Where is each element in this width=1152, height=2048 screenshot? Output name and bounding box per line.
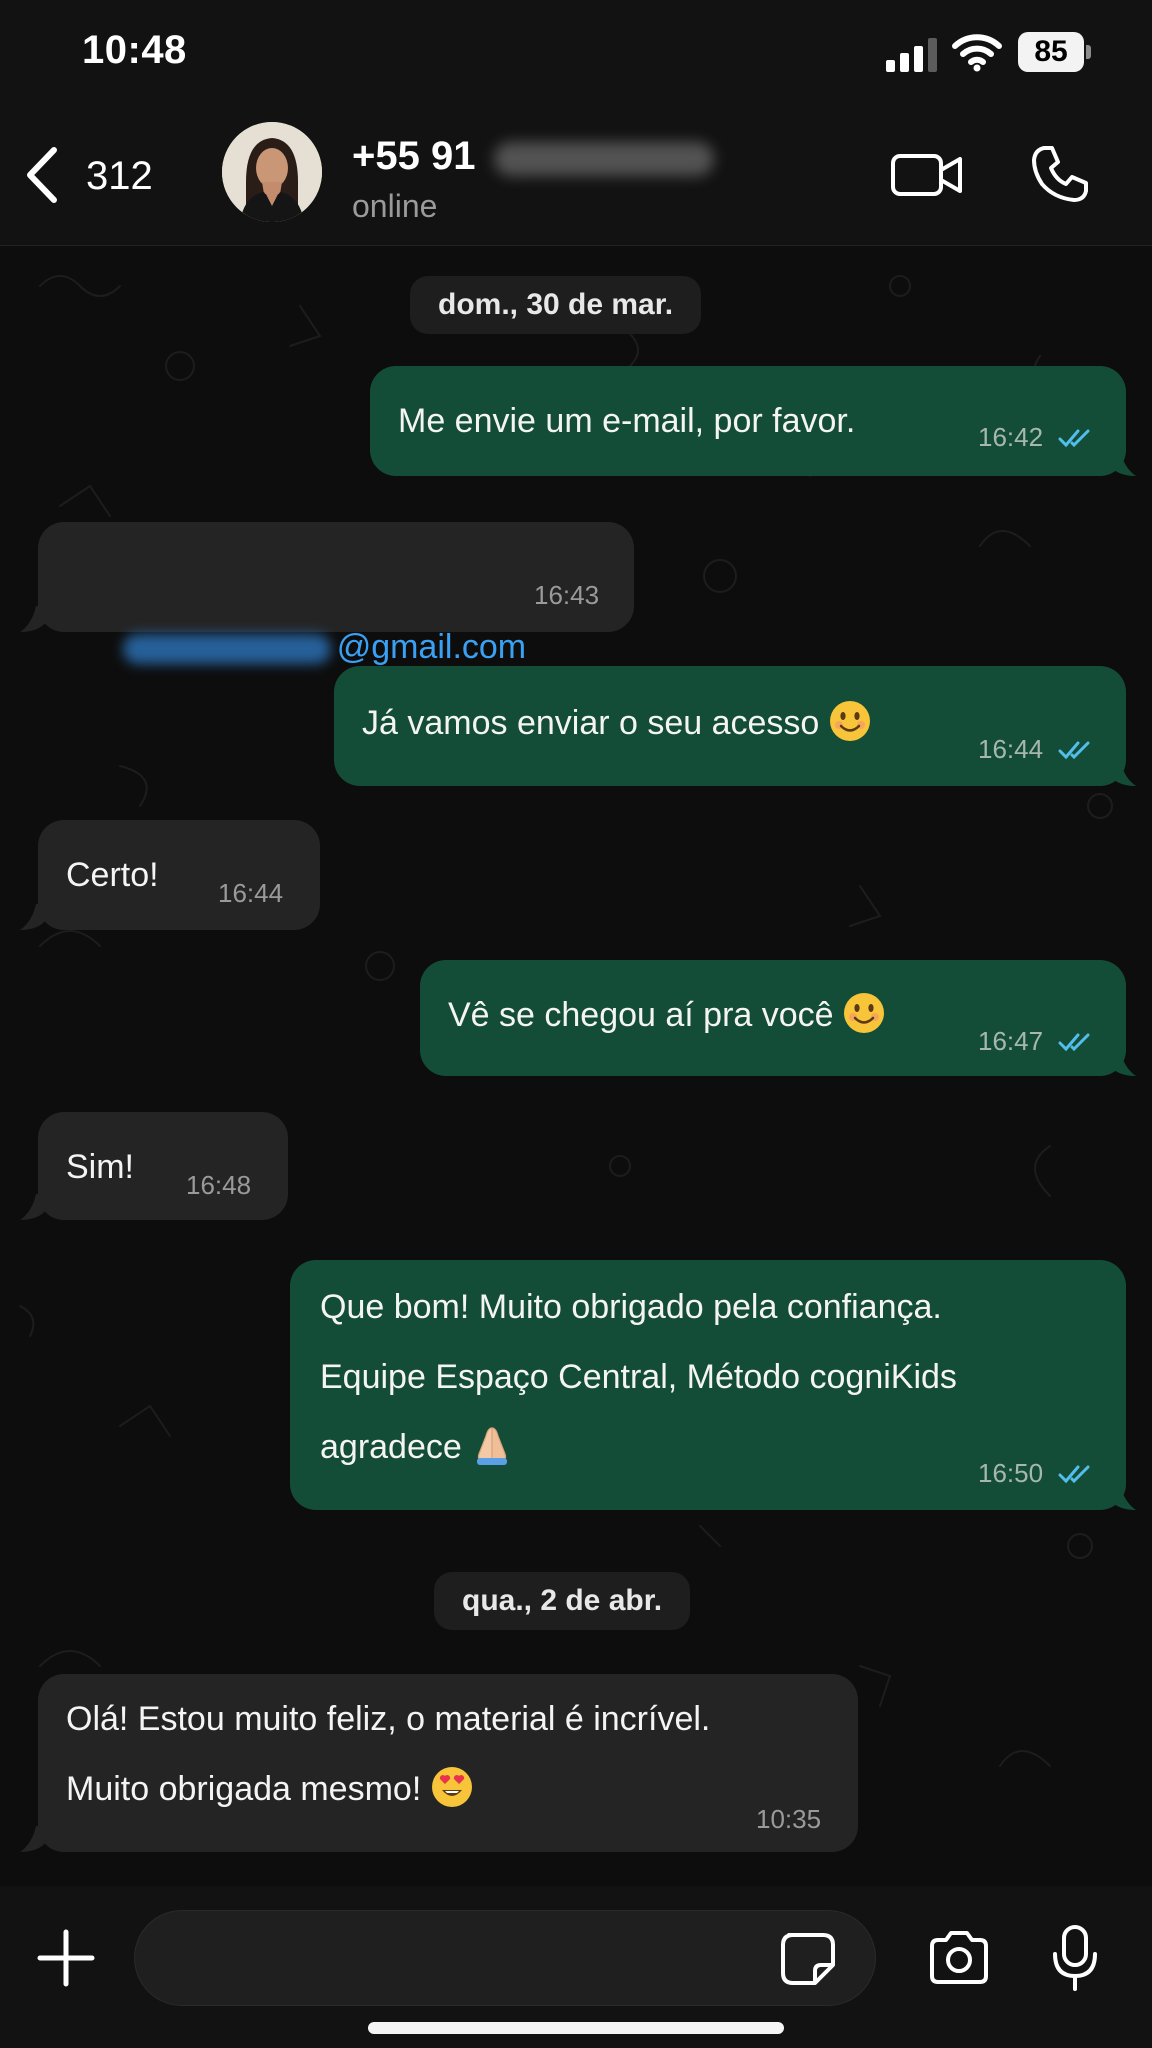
message-text: Sim! xyxy=(66,1148,134,1186)
message-line: Olá! Estou muito feliz, o material é inc… xyxy=(66,1700,711,1738)
message-text-content: Já vamos enviar o seu acesso xyxy=(362,704,820,742)
message-text-content: Muito obrigada mesmo! xyxy=(66,1770,422,1808)
smiling-face-emoji-icon xyxy=(829,701,870,741)
message-time: 10:35 xyxy=(756,1804,822,1834)
bubble-tail xyxy=(20,904,46,930)
message-time: 16:43 xyxy=(534,580,600,610)
sticker-button[interactable] xyxy=(779,1931,839,1987)
heart-eyes-face-emoji-icon xyxy=(431,1767,472,1807)
message-time: 16:47 xyxy=(978,1026,1044,1056)
unread-count: 312 xyxy=(86,154,153,198)
message-input-bar xyxy=(0,1886,1152,2048)
read-ticks-icon xyxy=(1058,1033,1090,1052)
contact-name[interactable]: +55 91 xyxy=(352,134,475,179)
message-incoming[interactable]: Olá! Estou muito feliz, o material é inc… xyxy=(38,1674,858,1852)
date-separator: qua., 2 de abr. xyxy=(434,1572,691,1630)
message-text: Vê se chegou aí pra você xyxy=(448,980,885,1050)
message-time: 16:42 xyxy=(978,422,1044,452)
message-input[interactable] xyxy=(134,1910,876,2006)
contact-status: online xyxy=(352,188,438,224)
video-camera-icon xyxy=(891,154,962,196)
back-button[interactable]: 312 xyxy=(20,140,170,210)
microphone-icon xyxy=(1053,1925,1097,1991)
bubble-tail xyxy=(1110,1484,1136,1510)
message-outgoing[interactable]: Já vamos enviar o seu acesso 16:44 xyxy=(334,666,1126,786)
message-outgoing[interactable]: Vê se chegou aí pra você 16:47 xyxy=(420,960,1126,1076)
chevron-left-icon xyxy=(27,147,57,203)
video-call-button[interactable] xyxy=(890,146,964,204)
avatar-photo xyxy=(222,122,322,222)
bubble-tail xyxy=(20,1194,46,1220)
redacted-number xyxy=(494,142,714,176)
message-time: 16:48 xyxy=(186,1170,252,1200)
message-time: 16:44 xyxy=(218,878,284,908)
read-ticks-icon xyxy=(1058,1465,1090,1484)
folded-hands-emoji-icon xyxy=(477,1427,508,1465)
bubble-tail xyxy=(20,1826,46,1852)
status-time: 10:48 xyxy=(82,28,187,72)
message-outgoing[interactable]: Me envie um e-mail, por favor. 16:42 xyxy=(370,366,1126,476)
message-line-last: agradece xyxy=(320,1412,513,1482)
bubble-tail xyxy=(20,606,46,632)
message-outgoing[interactable]: Que bom! Muito obrigado pela confiança. … xyxy=(290,1260,1126,1510)
message-text: Certo! xyxy=(66,856,159,894)
microphone-button[interactable] xyxy=(1050,1924,1100,1992)
plus-icon xyxy=(37,1929,95,1987)
bubble-tail xyxy=(1110,450,1136,476)
wifi-icon xyxy=(952,34,1002,72)
cellular-signal-icon xyxy=(886,38,937,72)
battery-nub xyxy=(1086,45,1091,59)
camera-button[interactable] xyxy=(928,1930,990,1986)
email-link[interactable]: @gmail.com xyxy=(337,628,526,666)
redacted-email xyxy=(122,634,331,665)
message-line: Equipe Espaço Central, Método cogniKids xyxy=(320,1358,957,1396)
message-text-content: Vê se chegou aí pra você xyxy=(448,996,834,1034)
message-incoming[interactable]: @gmail.com 16:43 xyxy=(38,522,634,666)
camera-icon xyxy=(930,1931,988,1984)
message-text: Já vamos enviar o seu acesso xyxy=(362,688,871,758)
smiling-face-emoji-icon xyxy=(844,993,885,1033)
message-incoming[interactable]: Certo! 16:44 xyxy=(38,820,320,930)
message-incoming[interactable]: Sim! 16:48 xyxy=(38,1112,288,1220)
read-ticks-icon xyxy=(1058,741,1090,760)
date-separator: dom., 30 de mar. xyxy=(410,276,702,334)
bubble-tail xyxy=(1110,1050,1136,1076)
message-time: 16:44 xyxy=(978,734,1044,764)
message-line: Que bom! Muito obrigado pela confiança. xyxy=(320,1288,942,1326)
avatar[interactable] xyxy=(222,122,322,222)
message-time: 16:50 xyxy=(978,1458,1044,1488)
home-indicator[interactable] xyxy=(368,2022,784,2034)
chat-header: 312 +55 91 online xyxy=(0,110,1152,246)
status-bar: 10:48 85 xyxy=(0,0,1152,110)
message-text: Me envie um e-mail, por favor. xyxy=(398,402,856,440)
battery-level: 85 xyxy=(1034,35,1068,68)
phone-icon xyxy=(1032,146,1088,202)
attach-button[interactable] xyxy=(36,1928,96,1988)
message-line-last: Muito obrigada mesmo! xyxy=(66,1754,473,1824)
chat-area[interactable]: dom., 30 de mar. Me envie um e-mail, por… xyxy=(0,246,1152,1886)
voice-call-button[interactable] xyxy=(1030,144,1090,204)
battery-indicator: 85 xyxy=(1018,32,1091,72)
read-ticks-icon xyxy=(1058,429,1090,448)
bubble-tail xyxy=(1110,760,1136,786)
sticker-icon xyxy=(781,1933,835,1985)
message-text-content: agradece xyxy=(320,1428,462,1466)
